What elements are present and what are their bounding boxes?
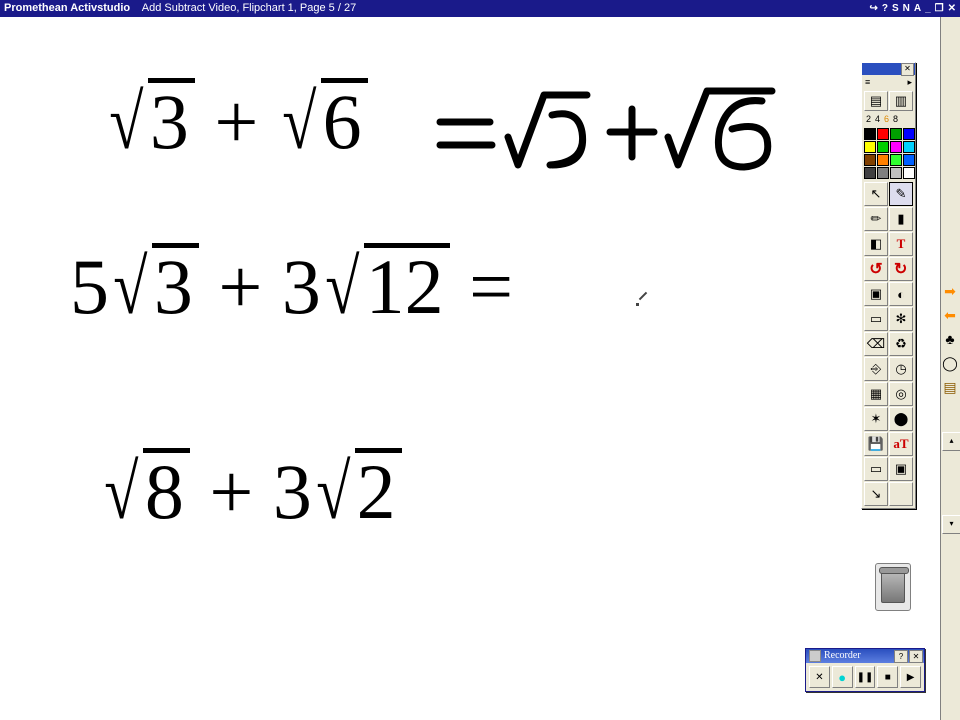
- recorder-title: Recorder: [824, 649, 861, 663]
- play-rec[interactable]: ▶: [900, 666, 921, 688]
- select-tool[interactable]: ↖: [864, 182, 888, 206]
- color-swatch-10[interactable]: [890, 154, 902, 166]
- camera-tool[interactable]: ▣: [864, 282, 888, 306]
- snapshot-tool[interactable]: ▭: [864, 307, 888, 331]
- pen-tool[interactable]: ✎: [889, 182, 913, 206]
- app-name: Promethean Activstudio: [4, 2, 130, 14]
- handwritten-answer: [432, 77, 792, 187]
- eraser-tool[interactable]: ◧: [864, 232, 888, 256]
- recorder-icon: [809, 650, 821, 662]
- blank-tool[interactable]: [889, 482, 913, 506]
- equation-2: 5√3 + 3√12 =: [70, 242, 513, 332]
- pen-size-4[interactable]: 4: [875, 114, 880, 126]
- shapes-tool[interactable]: ✶: [864, 407, 888, 431]
- pen-size-8[interactable]: 8: [893, 114, 898, 126]
- redo-tool[interactable]: ↺: [889, 257, 913, 281]
- text-edit-tool[interactable]: aT: [889, 432, 913, 456]
- cycle-icon[interactable]: ◯: [941, 355, 959, 373]
- toolbox-panel[interactable]: ✕ ≡ ▸ ▤ ▥ 2468 ↖✎✏▮◧T↺↺▣◐▭✻⌫♻⎆◷▦◎✶⬤💾aT▭▣…: [861, 62, 916, 509]
- equation-1: √3 + √6: [105, 77, 368, 167]
- color-swatch-11[interactable]: [903, 154, 915, 166]
- text-tool[interactable]: T: [889, 232, 913, 256]
- color-swatch-1[interactable]: [877, 128, 889, 140]
- clear-tool[interactable]: ⌫: [864, 332, 888, 356]
- books-icon[interactable]: ▤: [941, 379, 959, 397]
- equation-3: √8 + 3√2: [100, 447, 402, 537]
- recycle-tool[interactable]: ♻: [889, 332, 913, 356]
- pointer-tool[interactable]: ↘: [864, 482, 888, 506]
- link-tool[interactable]: ⎆: [864, 357, 888, 381]
- grid-tool[interactable]: ▦: [864, 382, 888, 406]
- scroll-down-button[interactable]: ▾: [942, 515, 960, 534]
- color-swatch-9[interactable]: [877, 154, 889, 166]
- titlebar-button-6[interactable]: ❐: [935, 0, 944, 17]
- toolbox-menu-icon[interactable]: ≡: [865, 75, 870, 89]
- trash-icon: [881, 571, 905, 603]
- recorder-panel[interactable]: Recorder ? ✕ ✕●❚❚■▶: [805, 648, 925, 692]
- toolbox-close-button[interactable]: ✕: [901, 63, 914, 76]
- mic-tool[interactable]: ⬤: [889, 407, 913, 431]
- fill-tool[interactable]: ▮: [889, 207, 913, 231]
- scroll-up-button[interactable]: ▴: [942, 432, 960, 451]
- tree-icon[interactable]: ♣: [941, 331, 959, 349]
- trash-bin[interactable]: [875, 563, 911, 611]
- highlighter-tool[interactable]: ✏: [864, 207, 888, 231]
- toolbox-expand-icon[interactable]: ▸: [907, 75, 912, 89]
- toolbox-titlebar[interactable]: ✕: [862, 63, 915, 75]
- color-swatch-12[interactable]: [864, 167, 876, 179]
- search-tool[interactable]: ◎: [889, 382, 913, 406]
- prev-arrow-icon[interactable]: ➡: [941, 307, 959, 325]
- color-swatch-3[interactable]: [903, 128, 915, 140]
- document-title: Add Subtract Video, Flipchart 1, Page 5 …: [142, 2, 356, 14]
- clock-tool[interactable]: ◷: [889, 357, 913, 381]
- pause-rec[interactable]: ❚❚: [855, 666, 876, 688]
- undo-tool[interactable]: ↺: [864, 257, 888, 281]
- recorder-close-button[interactable]: ✕: [909, 650, 923, 663]
- reveal-tool[interactable]: ◐: [889, 282, 913, 306]
- color-swatch-13[interactable]: [877, 167, 889, 179]
- save-tool[interactable]: 💾: [864, 432, 888, 456]
- titlebar-button-4[interactable]: A: [914, 0, 921, 17]
- flipchart-canvas[interactable]: √3 + √6 5√3 + 3√12 = √8 + 3√2: [0, 17, 940, 720]
- titlebar-button-2[interactable]: S: [892, 0, 899, 17]
- page-tool[interactable]: ▤: [864, 91, 888, 111]
- titlebar-button-3[interactable]: N: [903, 0, 910, 17]
- color-swatch-6[interactable]: [890, 141, 902, 153]
- color-swatch-15[interactable]: [903, 167, 915, 179]
- color-swatch-2[interactable]: [890, 128, 902, 140]
- next-arrow-icon[interactable]: ➡: [941, 283, 959, 301]
- record-rec[interactable]: ●: [832, 666, 853, 688]
- color-swatch-0[interactable]: [864, 128, 876, 140]
- titlebar-button-7[interactable]: ✕: [948, 0, 956, 17]
- desktop-tool[interactable]: ▥: [889, 91, 913, 111]
- color-swatch-5[interactable]: [877, 141, 889, 153]
- close-rec[interactable]: ✕: [809, 666, 830, 688]
- pen-size-2[interactable]: 2: [866, 114, 871, 126]
- color-palette[interactable]: [862, 127, 915, 180]
- color-swatch-4[interactable]: [864, 141, 876, 153]
- video-tool[interactable]: ▣: [889, 457, 913, 481]
- titlebar-button-5[interactable]: _: [925, 0, 931, 17]
- pen-cursor-icon: [636, 293, 650, 307]
- color-swatch-7[interactable]: [903, 141, 915, 153]
- settings-tool[interactable]: ✻: [889, 307, 913, 331]
- pen-size-6[interactable]: 6: [884, 114, 889, 126]
- stop-rec[interactable]: ■: [877, 666, 898, 688]
- recorder-help-button[interactable]: ?: [894, 650, 908, 663]
- rect-tool[interactable]: ▭: [864, 457, 888, 481]
- titlebar-button-0[interactable]: ↪: [869, 0, 877, 17]
- color-swatch-14[interactable]: [890, 167, 902, 179]
- titlebar-button-1[interactable]: ?: [882, 0, 888, 17]
- title-bar: Promethean Activstudio Add Subtract Vide…: [0, 0, 960, 17]
- color-swatch-8[interactable]: [864, 154, 876, 166]
